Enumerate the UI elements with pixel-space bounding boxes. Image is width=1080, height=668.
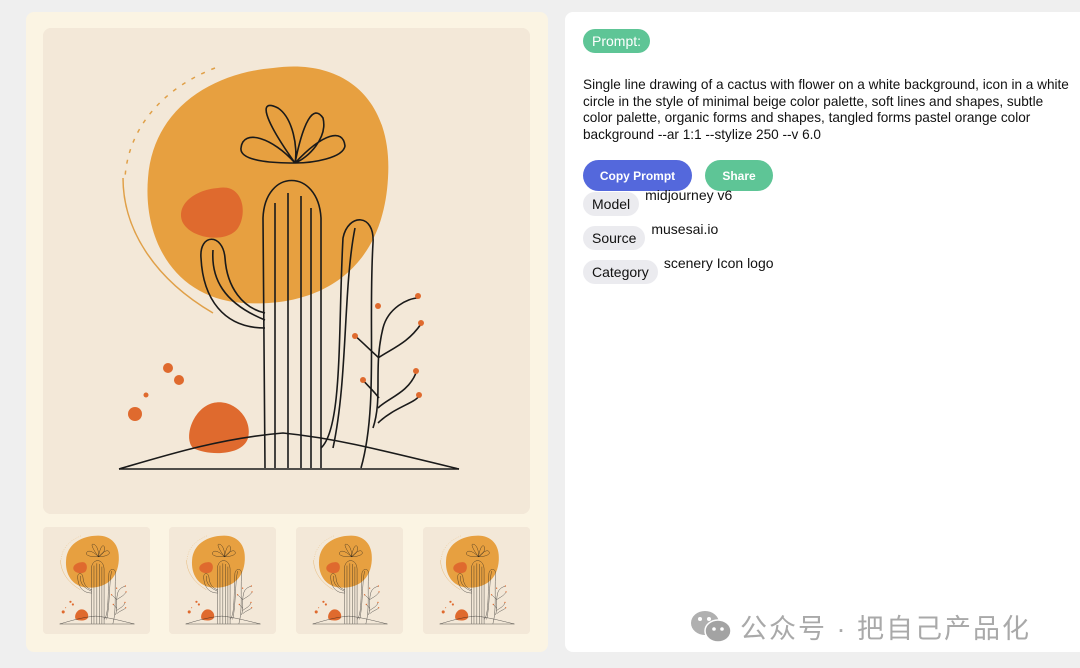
cactus-illustration	[43, 28, 530, 514]
thumbnail-3[interactable]	[296, 527, 403, 634]
main-image	[43, 28, 530, 514]
prompt-label: Prompt:	[583, 29, 651, 53]
meta-key: Model	[583, 192, 640, 216]
watermark: 公众号 · 把自己产品化	[690, 607, 1031, 646]
meta-model: Model midjourney v6	[583, 187, 732, 216]
thumbnail-4[interactable]	[423, 527, 530, 634]
details-panel: Prompt: Single line drawing of a cactus …	[565, 12, 1080, 652]
meta-key: Category	[583, 260, 658, 284]
meta-key: Source	[583, 226, 646, 250]
thumbnail-2[interactable]	[169, 527, 276, 634]
thumbnail-1[interactable]	[43, 527, 150, 634]
wechat-icon	[691, 610, 732, 643]
meta-value: musesai.io	[651, 221, 719, 237]
meta-source: Source musesai.io	[583, 221, 718, 250]
watermark-text: 公众号 · 把自己产品化	[740, 614, 1031, 644]
meta-category: Category scenery Icon logo	[583, 255, 774, 284]
prompt-text: Single line drawing of a cactus with flo…	[583, 77, 1069, 142]
image-gallery	[26, 12, 548, 652]
meta-value: midjourney v6	[645, 187, 733, 203]
meta-value: scenery Icon logo	[663, 255, 774, 271]
